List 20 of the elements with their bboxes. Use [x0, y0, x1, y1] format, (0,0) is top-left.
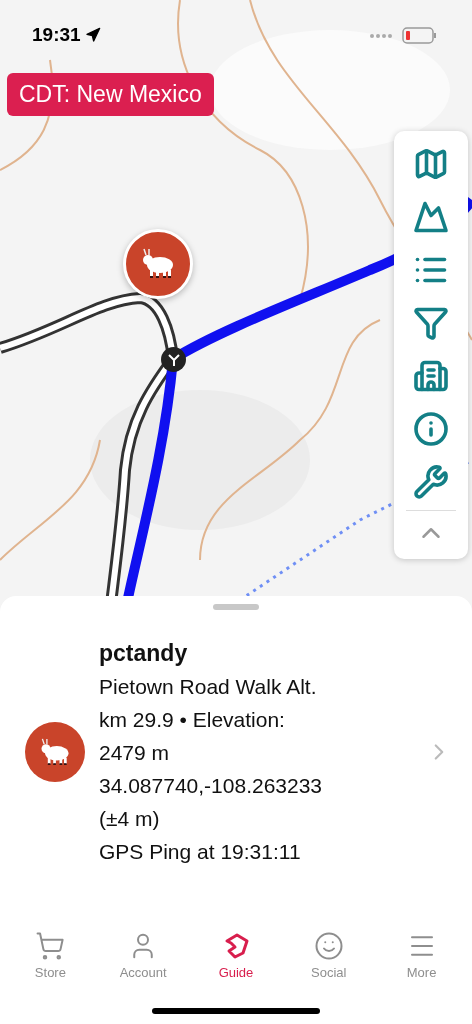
detail-line: km 29.9 • Elevation:: [99, 707, 286, 733]
smiley-icon: [313, 931, 344, 961]
wrench-icon: [413, 463, 449, 500]
tab[interactable]: Account: [103, 931, 184, 980]
detail-line: (±4 m): [99, 806, 161, 832]
location-arrow-icon: [84, 27, 101, 43]
info-icon: [413, 410, 449, 447]
user-name: pctandy: [99, 639, 189, 668]
tab[interactable]: Social: [288, 931, 369, 980]
detail-line: 2479 m: [99, 740, 171, 766]
tab[interactable]: More: [381, 931, 462, 980]
tab[interactable]: Store: [10, 931, 91, 980]
detail-line: 34.087740,-108.263233: [99, 773, 324, 799]
cart-icon: [35, 931, 66, 961]
tab[interactable]: Guide: [196, 931, 276, 980]
detail-line: GPS Ping at 19:31:11: [99, 839, 302, 865]
status-time: 19:31: [32, 24, 81, 46]
route-badge[interactable]: CDT: New Mexico: [7, 73, 214, 116]
detail-line: Pietown Road Walk Alt.: [99, 674, 318, 700]
sheet-handle[interactable]: [213, 604, 259, 610]
